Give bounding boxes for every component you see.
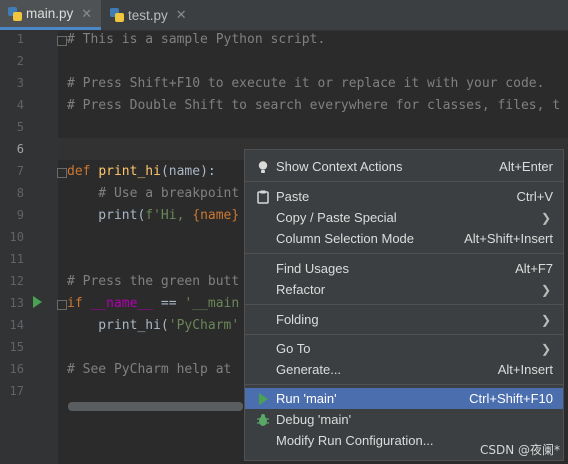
- menu-separator: [245, 334, 563, 335]
- tab-label: test.py: [128, 7, 168, 23]
- watermark: CSDN @夜阑*: [479, 443, 560, 457]
- menu-go-to[interactable]: Go To ❯: [245, 338, 563, 359]
- menu-separator: [245, 304, 563, 305]
- line-number: 12: [9, 274, 24, 288]
- menu-run-main[interactable]: Run 'main' Ctrl+Shift+F10: [245, 388, 563, 409]
- line-number: 15: [9, 340, 24, 354]
- menu-show-context-actions[interactable]: Show Context Actions Alt+Enter: [245, 156, 563, 177]
- code-line-8: # Use a breakpoint: [67, 186, 240, 201]
- line-number: 1: [16, 32, 24, 46]
- line-number: 7: [16, 164, 24, 178]
- close-icon[interactable]: ✕: [81, 6, 92, 22]
- menu-folding[interactable]: Folding ❯: [245, 309, 563, 330]
- line-number: 11: [9, 252, 24, 266]
- bug-icon: [257, 414, 269, 426]
- menu-separator: [245, 253, 563, 254]
- code-line-12: # Press the green butt: [67, 274, 240, 289]
- menu-debug-main[interactable]: Debug 'main': [245, 409, 563, 430]
- line-number: 5: [16, 120, 24, 134]
- lightbulb-icon: [258, 161, 268, 173]
- chevron-right-icon: ❯: [540, 312, 551, 327]
- tab-main-py[interactable]: main.py ✕: [0, 0, 101, 30]
- code-line-16: # See PyCharm help at: [67, 362, 240, 377]
- run-icon: [259, 393, 268, 405]
- editor-context-menu: Show Context Actions Alt+Enter Paste Ctr…: [244, 149, 564, 461]
- line-number: 6: [16, 142, 24, 156]
- code-line-13: if __name__ == '__main: [67, 296, 240, 311]
- line-number: 17: [9, 384, 24, 398]
- menu-copy-paste-special[interactable]: Copy / Paste Special ❯: [245, 207, 563, 228]
- python-file-icon: [8, 6, 22, 21]
- run-gutter-icon[interactable]: [33, 296, 42, 308]
- menu-refactor[interactable]: Refactor ❯: [245, 279, 563, 300]
- code-line-1: # This is a sample Python script.: [67, 32, 326, 47]
- line-number: 10: [9, 230, 24, 244]
- line-number: 16: [9, 362, 24, 376]
- menu-find-usages[interactable]: Find Usages Alt+F7: [245, 258, 563, 279]
- menu-column-selection-mode[interactable]: Column Selection Mode Alt+Shift+Insert: [245, 228, 563, 249]
- tab-test-py[interactable]: test.py ✕: [102, 0, 198, 30]
- python-file-icon: [110, 8, 124, 22]
- menu-generate[interactable]: Generate... Alt+Insert: [245, 359, 563, 380]
- line-number: 13: [9, 296, 24, 310]
- line-number: 3: [16, 76, 24, 90]
- fold-marker-icon[interactable]: [57, 168, 67, 178]
- editor-tab-bar: main.py ✕ test.py ✕: [0, 0, 568, 31]
- code-line-4: # Press Double Shift to search everywher…: [67, 98, 561, 113]
- line-number: 4: [16, 98, 24, 112]
- code-line-3: # Press Shift+F10 to execute it or repla…: [67, 76, 545, 91]
- fold-marker-icon[interactable]: [57, 36, 67, 46]
- menu-separator: [245, 384, 563, 385]
- code-line-9: print(f'Hi, {name}: [67, 208, 240, 223]
- line-number: 2: [16, 54, 24, 68]
- chevron-right-icon: ❯: [540, 210, 551, 225]
- menu-separator: [245, 181, 563, 182]
- horizontal-scrollbar[interactable]: [68, 402, 243, 411]
- chevron-right-icon: ❯: [540, 341, 551, 356]
- tab-label: main.py: [26, 6, 74, 21]
- code-line-7: def print_hi(name):: [67, 164, 216, 179]
- fold-marker-icon[interactable]: [57, 300, 67, 310]
- close-icon[interactable]: ✕: [176, 7, 187, 23]
- code-line-14: print_hi('PyCharm': [67, 318, 240, 333]
- menu-paste[interactable]: Paste Ctrl+V: [245, 186, 563, 207]
- clipboard-icon: [257, 190, 269, 204]
- line-number: 14: [9, 318, 24, 332]
- line-number: 8: [16, 186, 24, 200]
- line-gutter: [0, 31, 58, 464]
- chevron-right-icon: ❯: [540, 282, 551, 297]
- line-number: 9: [16, 208, 24, 222]
